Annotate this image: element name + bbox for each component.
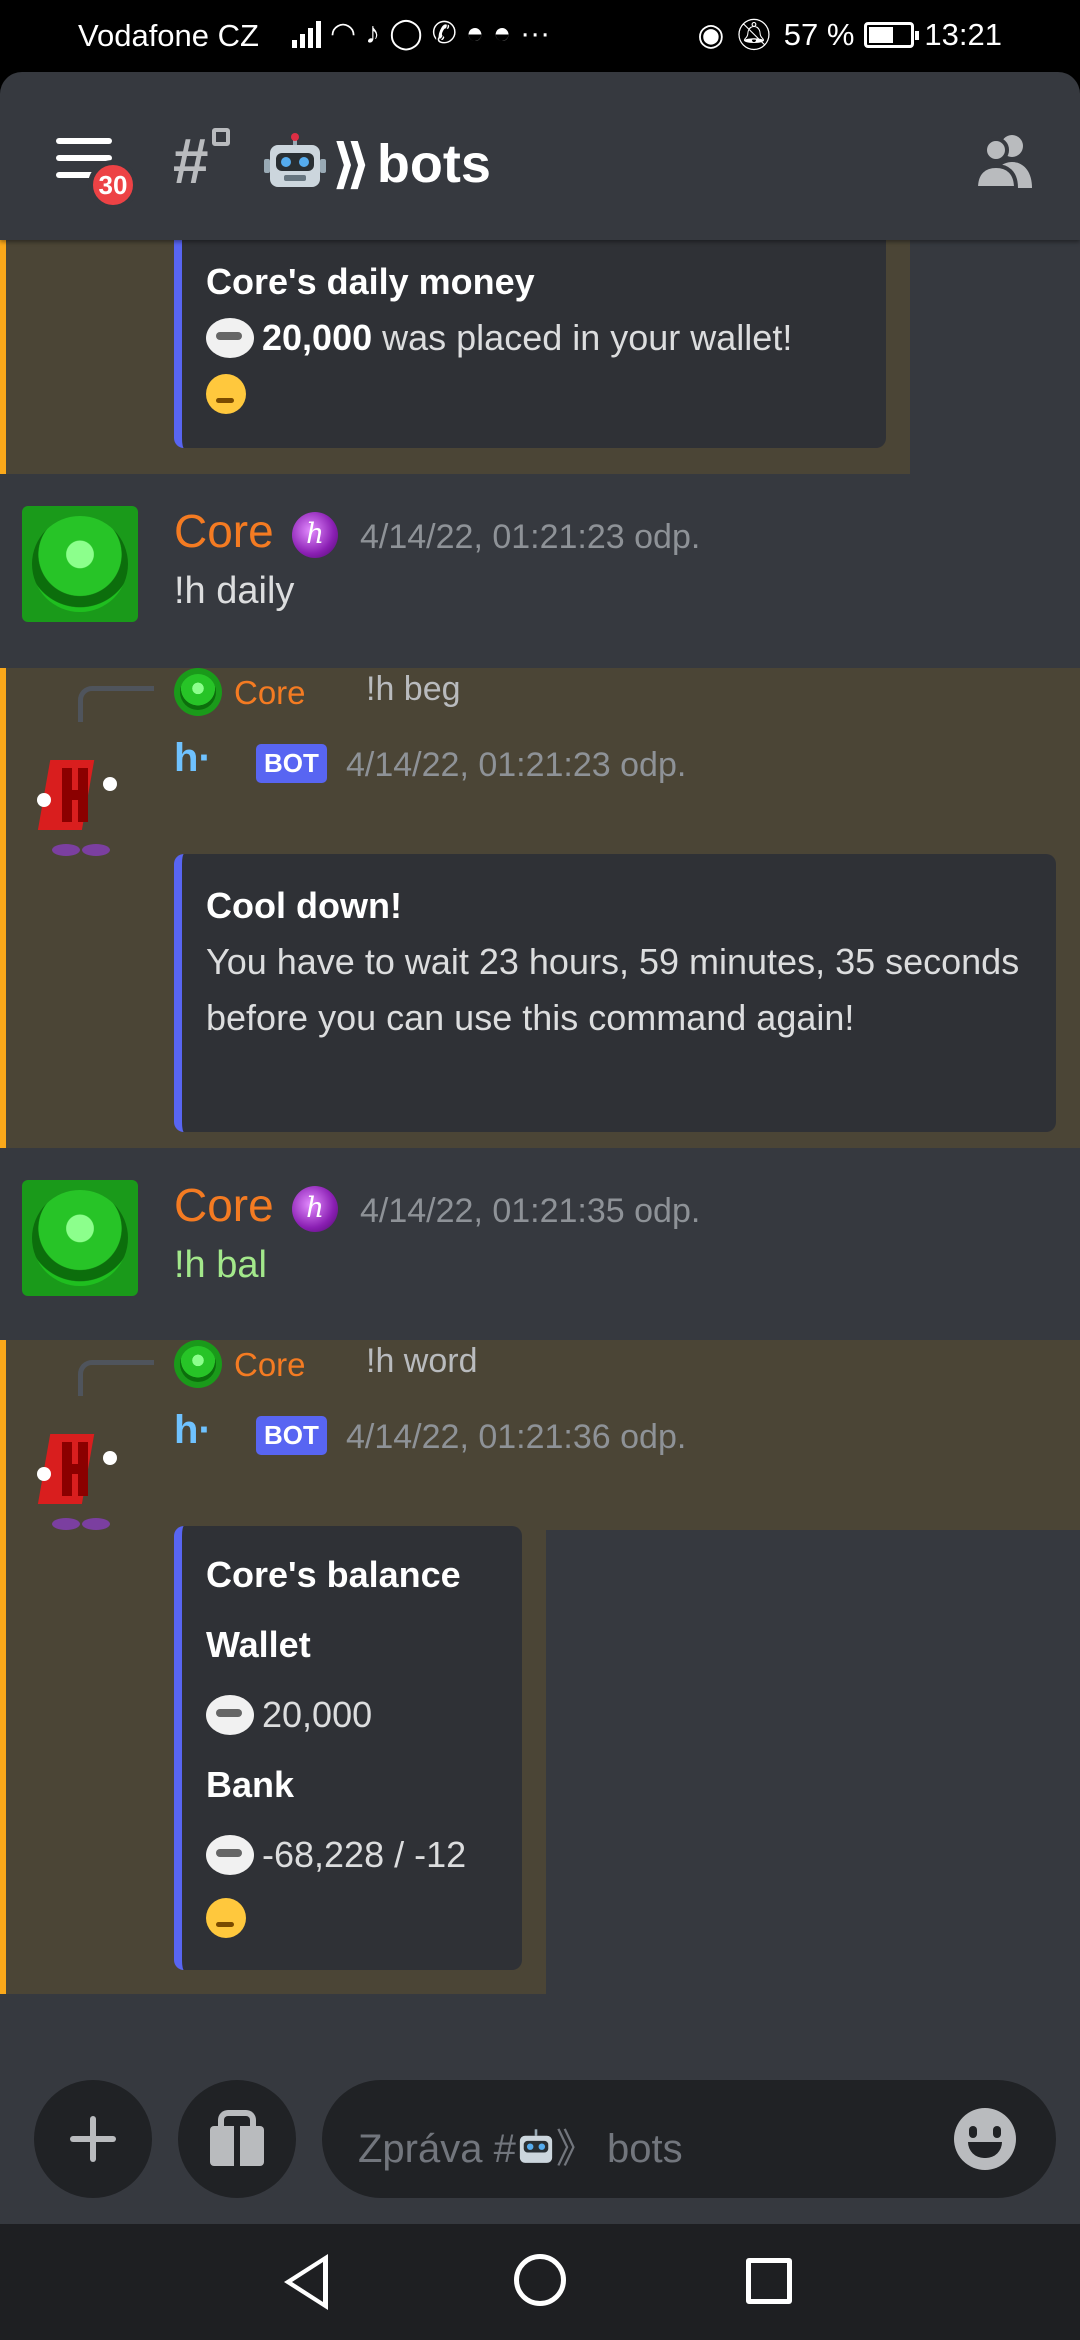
wallet-value: 20,000: [262, 1694, 373, 1735]
bank-value: -68,228 / -12: [262, 1834, 467, 1875]
reply-avatar: [174, 668, 222, 716]
embed-title: Core's daily money: [206, 261, 535, 302]
battery-icon: [864, 21, 920, 48]
username[interactable]: Core: [174, 1178, 274, 1232]
smirk-emoji-icon: [206, 1898, 246, 1938]
message-composer: Zpráva # 》 bots: [0, 2070, 1080, 2224]
status-icons-left: ◠ ♪ ◯ ✆ ◓ ◓ ···: [292, 16, 550, 51]
bell-off-icon: 🔕︎: [734, 17, 774, 52]
avatar[interactable]: [22, 506, 138, 622]
tiktok-icon: ♪: [365, 16, 381, 50]
embed-cooldown: Cool down! You have to wait 23 hours, 59…: [174, 854, 1056, 1132]
timestamp: 4/14/22, 01:21:23 odp.: [346, 746, 687, 784]
message-content: !h daily: [174, 570, 295, 612]
phone-icon: ✆: [431, 17, 457, 50]
bank-label: Bank: [206, 1764, 295, 1805]
gift-ribbon: [234, 2120, 240, 2168]
smirk-emoji-icon: [206, 374, 246, 414]
message-input-placeholder: Zpráva # 》 bots: [358, 2116, 683, 2174]
channel-arrows-icon: ⟫: [332, 134, 371, 194]
battery-percent: 57 %: [783, 16, 855, 52]
message-list[interactable]: Core's daily money 20,000 was placed in …: [0, 240, 1080, 2070]
home-icon[interactable]: [514, 2254, 566, 2306]
placeholder-suffix: 》 bots: [555, 2127, 683, 2171]
embed-balance: Core's balance Wallet 20,000 Bank -68,22…: [174, 1526, 522, 1970]
bot-tag: BOT: [256, 1416, 327, 1455]
timestamp: 4/14/22, 01:21:35 odp.: [360, 1192, 701, 1230]
reply-connector: [78, 1360, 154, 1396]
back-icon[interactable]: [284, 2254, 328, 2310]
role-icon: h: [292, 1186, 338, 1232]
signal-icon: [292, 20, 321, 48]
unread-badge: 30: [88, 160, 138, 210]
message-input[interactable]: Zpráva # 》 bots: [322, 2080, 1056, 2198]
embed-amount: 20,000: [262, 317, 373, 358]
embed-emoji-row: [206, 366, 862, 422]
wallet-label: Wallet: [206, 1624, 311, 1665]
reply-content[interactable]: !h beg: [366, 670, 461, 709]
embed-emoji-row: [206, 1890, 498, 1946]
reply-username[interactable]: Core: [234, 674, 306, 712]
eye-icon: ◉: [697, 16, 725, 52]
bot-tag: BOT: [256, 744, 327, 783]
discord-icon-2: ◓: [493, 16, 512, 50]
add-attachment-button[interactable]: [34, 2080, 152, 2198]
bot-avatar[interactable]: [34, 1424, 124, 1534]
discord-icon: ◓: [465, 16, 485, 50]
system-nav-bar: [0, 2224, 1080, 2340]
bot-username[interactable]: h·: [174, 1408, 212, 1453]
message-content: !h bal: [174, 1244, 267, 1286]
whatsapp-icon: ◯: [389, 17, 423, 50]
placeholder-prefix: Zpráva #: [358, 2127, 516, 2171]
timestamp: 4/14/22, 01:21:36 odp.: [346, 1418, 687, 1456]
status-bar: Vodafone CZ ◠ ♪ ◯ ✆ ◓ ◓ ··· ◉ 🔕︎ 57 % 13…: [0, 0, 1080, 72]
robot-emoji-icon: [519, 2129, 552, 2163]
embed-text: You have to wait 23 hours, 59 minutes, 3…: [206, 941, 1020, 1038]
reply-username[interactable]: Core: [234, 1346, 306, 1384]
clock: 13:21: [924, 16, 1002, 52]
embed-title: Cool down!: [206, 885, 402, 926]
more-icon: ···: [520, 16, 551, 50]
embed-daily-money: Core's daily money 20,000 was placed in …: [174, 240, 886, 448]
channel-name: bots: [376, 133, 491, 194]
members-icon[interactable]: [970, 126, 1040, 196]
channel-header: 30 # ⟫ bots: [0, 72, 1080, 240]
private-channel-icon: #: [172, 125, 208, 197]
recents-icon[interactable]: [746, 2258, 792, 2304]
reply-avatar: [174, 1340, 222, 1388]
bot-avatar[interactable]: [34, 750, 124, 860]
gift-button[interactable]: [178, 2080, 296, 2198]
coin-emoji-icon: [206, 318, 254, 358]
reply-content[interactable]: !h word: [366, 1342, 478, 1381]
avatar[interactable]: [22, 1180, 138, 1296]
lock-icon: [212, 128, 230, 146]
bot-username[interactable]: h·: [174, 736, 212, 781]
embed-body: 20,000 was placed in your wallet!: [206, 310, 862, 366]
username[interactable]: Core: [174, 504, 274, 558]
channel-title[interactable]: ⟫ bots: [264, 132, 491, 195]
carrier-label: Vodafone CZ: [78, 18, 259, 53]
embed-title: Core's balance: [206, 1554, 461, 1595]
role-icon: h: [292, 512, 338, 558]
coin-emoji-icon: [206, 1835, 254, 1875]
robot-emoji-icon: [264, 132, 326, 187]
coin-emoji-icon: [206, 1695, 254, 1735]
wallet-row: 20,000: [206, 1680, 498, 1750]
status-icons-right: ◉ 🔕︎ 57 % 13:21: [697, 16, 1002, 53]
bank-row: -68,228 / -12: [206, 1820, 498, 1890]
embed-text: was placed in your wallet!: [382, 317, 793, 358]
wifi-icon: ◠: [330, 17, 357, 50]
reply-connector: [78, 686, 154, 722]
emoji-picker-icon[interactable]: [954, 2108, 1016, 2170]
timestamp: 4/14/22, 01:21:23 odp.: [360, 518, 701, 556]
